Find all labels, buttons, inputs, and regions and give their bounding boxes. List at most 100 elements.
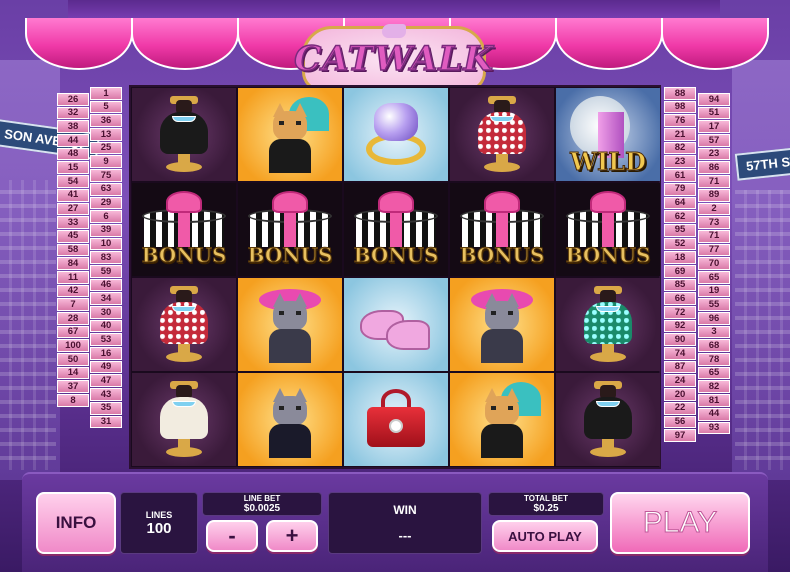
payline-number[interactable]: 88 [664,87,696,100]
payline-number[interactable]: 82 [664,141,696,155]
payline-number[interactable]: 82 [698,380,730,394]
payline-number[interactable]: 14 [57,366,89,380]
payline-number[interactable]: 69 [664,264,696,278]
payline-number[interactable]: 45 [57,229,89,243]
payline-number[interactable]: 56 [664,415,696,429]
payline-number[interactable]: 24 [664,374,696,388]
payline-number[interactable]: 95 [664,223,696,237]
payline-number[interactable]: 74 [664,347,696,360]
payline-number[interactable]: 76 [664,114,696,128]
payline-number[interactable]: 98 [664,100,696,114]
payline-number[interactable]: 92 [664,319,696,333]
payline-number[interactable]: 48 [57,147,89,161]
payline-number[interactable]: 25 [90,141,122,155]
payline-number[interactable]: 3 [698,325,730,339]
payline-number[interactable]: 47 [90,374,122,388]
payline-number[interactable]: 15 [57,161,89,175]
payline-number[interactable]: 27 [57,202,89,216]
payline-number[interactable]: 8 [57,394,89,407]
payline-number[interactable]: 38 [57,120,89,134]
payline-number[interactable]: 81 [698,394,730,407]
payline-number[interactable]: 49 [90,360,122,374]
payline-number[interactable]: 5 [90,100,122,114]
payline-number[interactable]: 89 [698,188,730,202]
payline-number[interactable]: 22 [664,401,696,415]
payline-number[interactable]: 33 [57,216,89,229]
payline-number[interactable]: 83 [90,251,122,264]
payline-number[interactable]: 96 [698,312,730,325]
payline-number[interactable]: 10 [90,237,122,251]
payline-number[interactable]: 26 [57,93,89,106]
payline-number[interactable]: 78 [698,353,730,366]
payline-number[interactable]: 71 [698,175,730,188]
payline-number[interactable]: 79 [664,182,696,196]
payline-number[interactable]: 43 [90,388,122,401]
payline-number[interactable]: 20 [664,388,696,401]
payline-number[interactable]: 2 [698,202,730,216]
payline-number[interactable]: 30 [90,306,122,319]
payline-number[interactable]: 16 [90,347,122,360]
payline-number[interactable]: 28 [57,312,89,325]
payline-number[interactable]: 90 [664,333,696,347]
payline-number[interactable]: 37 [57,380,89,394]
increase-bet-button[interactable]: + [266,520,318,552]
payline-number[interactable]: 58 [57,243,89,257]
payline-number[interactable]: 31 [90,415,122,429]
payline-number[interactable]: 72 [664,306,696,319]
payline-number[interactable]: 68 [698,339,730,353]
payline-number[interactable]: 65 [698,270,730,284]
payline-number[interactable]: 63 [90,182,122,196]
payline-number[interactable]: 17 [698,120,730,134]
payline-number[interactable]: 61 [664,169,696,182]
payline-number[interactable]: 23 [698,147,730,161]
payline-number[interactable]: 59 [90,264,122,278]
payline-number[interactable]: 13 [90,128,122,141]
payline-number[interactable]: 67 [57,325,89,339]
auto-play-button[interactable]: AUTO PLAY [492,520,598,552]
payline-number[interactable]: 55 [698,298,730,311]
payline-number[interactable]: 77 [698,243,730,257]
payline-number[interactable]: 18 [664,251,696,264]
payline-number[interactable]: 44 [698,407,730,421]
payline-number[interactable]: 36 [90,114,122,128]
payline-number[interactable]: 52 [664,237,696,251]
payline-number[interactable]: 41 [57,188,89,202]
payline-number[interactable]: 6 [90,210,122,223]
payline-number[interactable]: 50 [57,353,89,366]
decrease-bet-button[interactable]: - [206,520,258,552]
play-button[interactable]: PLAY [610,492,750,554]
payline-number[interactable]: 64 [664,196,696,210]
payline-number[interactable]: 11 [57,270,89,284]
payline-number[interactable]: 65 [698,366,730,380]
payline-number[interactable]: 62 [664,210,696,223]
payline-number[interactable]: 87 [664,360,696,374]
payline-number[interactable]: 29 [90,196,122,210]
payline-number[interactable]: 100 [57,339,89,353]
payline-number[interactable]: 7 [57,298,89,311]
payline-number[interactable]: 85 [664,278,696,292]
payline-number[interactable]: 93 [698,421,730,435]
payline-number[interactable]: 53 [90,333,122,347]
payline-number[interactable]: 46 [90,278,122,292]
payline-number[interactable]: 40 [90,319,122,333]
payline-number[interactable]: 57 [698,134,730,147]
payline-number[interactable]: 34 [90,292,122,305]
payline-number[interactable]: 35 [90,401,122,415]
payline-number[interactable]: 66 [664,292,696,305]
payline-number[interactable]: 71 [698,229,730,243]
payline-number[interactable]: 51 [698,106,730,120]
payline-number[interactable]: 21 [664,128,696,141]
payline-number[interactable]: 44 [57,134,89,147]
payline-number[interactable]: 1 [90,87,122,100]
payline-number[interactable]: 54 [57,175,89,188]
info-button[interactable]: INFO [36,492,116,554]
payline-number[interactable]: 86 [698,161,730,175]
payline-number[interactable]: 84 [57,257,89,270]
payline-number[interactable]: 39 [90,223,122,237]
payline-number[interactable]: 73 [698,216,730,229]
payline-number[interactable]: 70 [698,257,730,270]
payline-number[interactable]: 42 [57,284,89,298]
payline-number[interactable]: 97 [664,429,696,442]
payline-number[interactable]: 23 [664,155,696,169]
payline-number[interactable]: 94 [698,93,730,106]
